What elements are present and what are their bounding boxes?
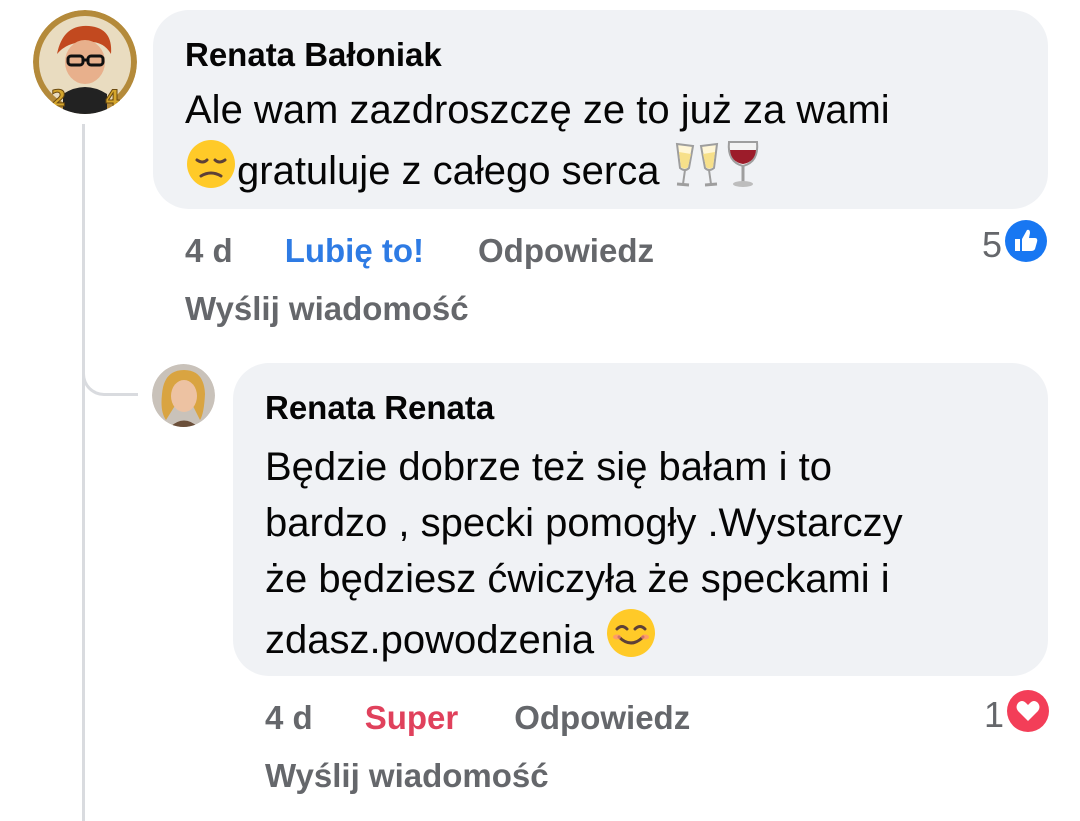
comment-bubble: Renata Renata Będzie dobrze też się bała… — [233, 363, 1048, 676]
reaction-count[interactable]: 5 — [981, 219, 1048, 268]
avatar[interactable]: 2 4 — [33, 10, 137, 114]
comment-actions: 4 d Lubię to! Odpowiedz — [185, 230, 654, 272]
comment-text: Będzie dobrze też się bałam i to bardzo … — [265, 439, 1016, 674]
reply-button[interactable]: Odpowiedz — [514, 697, 690, 739]
comment-text: Ale wam zazdroszczę ze to już za wami gr… — [185, 82, 1016, 205]
comment-author[interactable]: Renata Renata — [265, 387, 1016, 429]
send-message-button[interactable]: Wyślij wiadomość — [185, 288, 469, 330]
comment-text-line: zdasz.powodzenia — [265, 618, 595, 662]
thumbs-up-icon — [1004, 219, 1048, 272]
reaction-count[interactable]: 1 — [983, 689, 1050, 738]
reaction-count-number: 5 — [981, 224, 1002, 265]
like-button[interactable]: Lubię to! — [285, 230, 424, 272]
comment-text-line: gratuluje z całego serca — [237, 149, 660, 193]
thread-line — [82, 124, 85, 821]
comment-actions: 4 d Super Odpowiedz — [265, 697, 690, 739]
reply-button[interactable]: Odpowiedz — [478, 230, 654, 272]
comment-text-line-with-emoji: gratuluje z całego serca — [185, 138, 1016, 205]
comment-timestamp[interactable]: 4 d — [185, 230, 233, 272]
avatar[interactable] — [152, 364, 215, 427]
comment-bubble: Renata Bałoniak Ale wam zazdroszczę ze t… — [153, 10, 1048, 209]
smiling-face-emoji-icon — [605, 607, 657, 674]
comment-text-line: Będzie dobrze też się bałam i to — [265, 445, 832, 489]
comment-author[interactable]: Renata Bałoniak — [185, 34, 1016, 76]
thread-reply-connector — [82, 340, 138, 396]
comment-timestamp[interactable]: 4 d — [265, 697, 313, 739]
send-message-button[interactable]: Wyślij wiadomość — [265, 755, 549, 797]
clinking-glasses-emoji-icon — [671, 138, 723, 205]
pensive-face-emoji-icon — [185, 138, 237, 205]
comment-text-line: że będziesz ćwiczyła że speckami i — [265, 557, 890, 601]
wine-glass-emoji-icon — [723, 138, 763, 205]
super-reaction-button[interactable]: Super — [365, 697, 459, 739]
comment-text-line: Ale wam zazdroszczę ze to już za wami — [185, 88, 890, 132]
svg-text:4: 4 — [105, 87, 120, 112]
reaction-count-number: 1 — [983, 694, 1004, 735]
comment-text-line-with-emoji: zdasz.powodzenia — [265, 607, 1016, 674]
heart-icon — [1006, 689, 1050, 742]
svg-text:2: 2 — [51, 87, 66, 112]
comment-text-line: bardzo , specki pomogły .Wystarczy — [265, 501, 903, 545]
